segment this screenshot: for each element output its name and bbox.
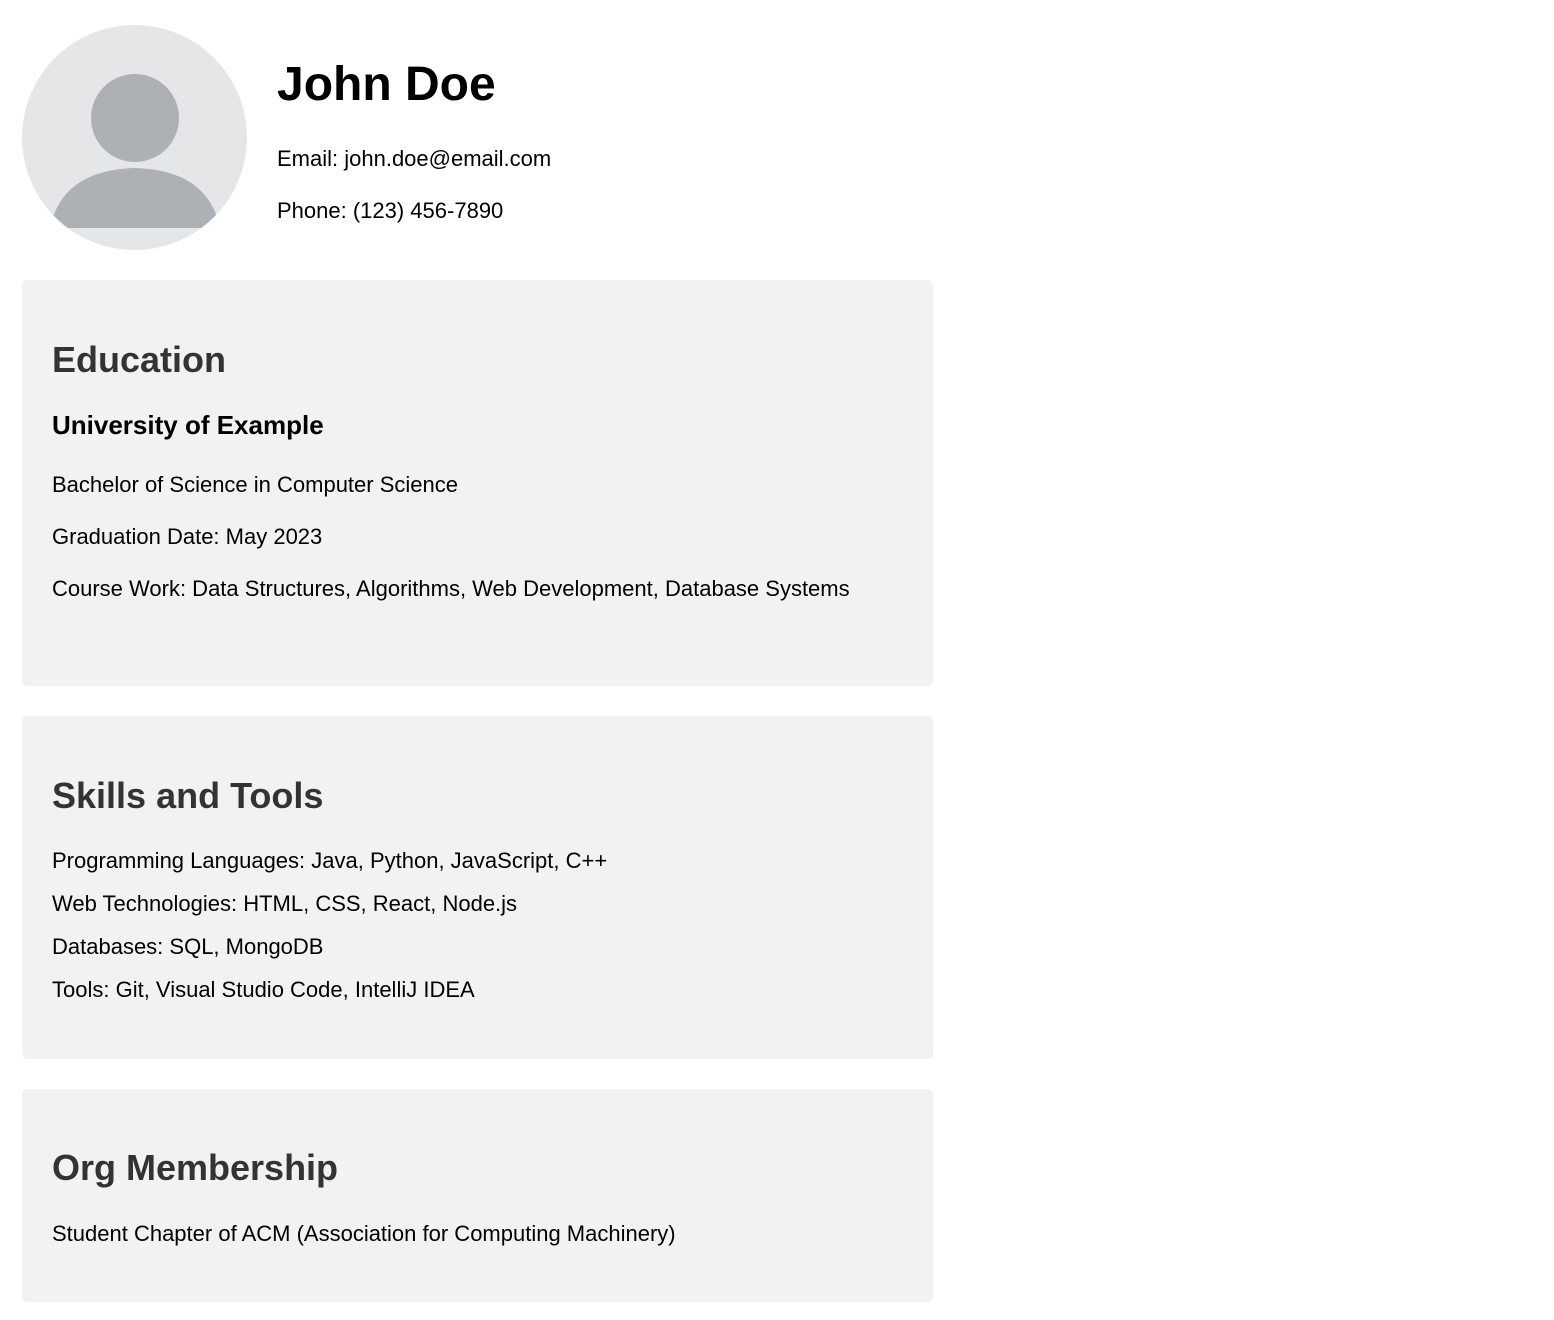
org-section: Org Membership Student Chapter of ACM (A… xyxy=(22,1089,933,1302)
skills-title: Skills and Tools xyxy=(52,775,324,816)
education-graduation: Graduation Date: May 2023 xyxy=(52,524,323,549)
education-title: Education xyxy=(52,339,227,380)
skills-item: Tools: Git, Visual Studio Code, IntelliJ… xyxy=(52,977,475,1002)
education-section: Education University of Example Bachelor… xyxy=(22,280,933,686)
user-silhouette-icon xyxy=(50,74,220,228)
profile-phone: Phone: (123) 456-7890 xyxy=(277,198,504,223)
org-title: Org Membership xyxy=(52,1147,339,1188)
education-school: University of Example xyxy=(52,410,324,440)
education-degree: Bachelor of Science in Computer Science xyxy=(52,472,458,497)
profile-name: John Doe xyxy=(277,58,496,111)
org-item: Student Chapter of ACM (Association for … xyxy=(52,1221,676,1246)
profile-email: Email: john.doe@email.com xyxy=(277,146,552,171)
profile-header: John Doe Email: john.doe@email.com Phone… xyxy=(22,25,922,251)
avatar xyxy=(22,25,247,250)
skills-item: Web Technologies: HTML, CSS, React, Node… xyxy=(52,891,518,916)
skills-item: Databases: SQL, MongoDB xyxy=(52,934,324,959)
skills-section: Skills and Tools Programming Languages: … xyxy=(22,716,933,1059)
education-coursework: Course Work: Data Structures, Algorithms… xyxy=(52,576,850,601)
skills-item: Programming Languages: Java, Python, Jav… xyxy=(52,848,608,873)
